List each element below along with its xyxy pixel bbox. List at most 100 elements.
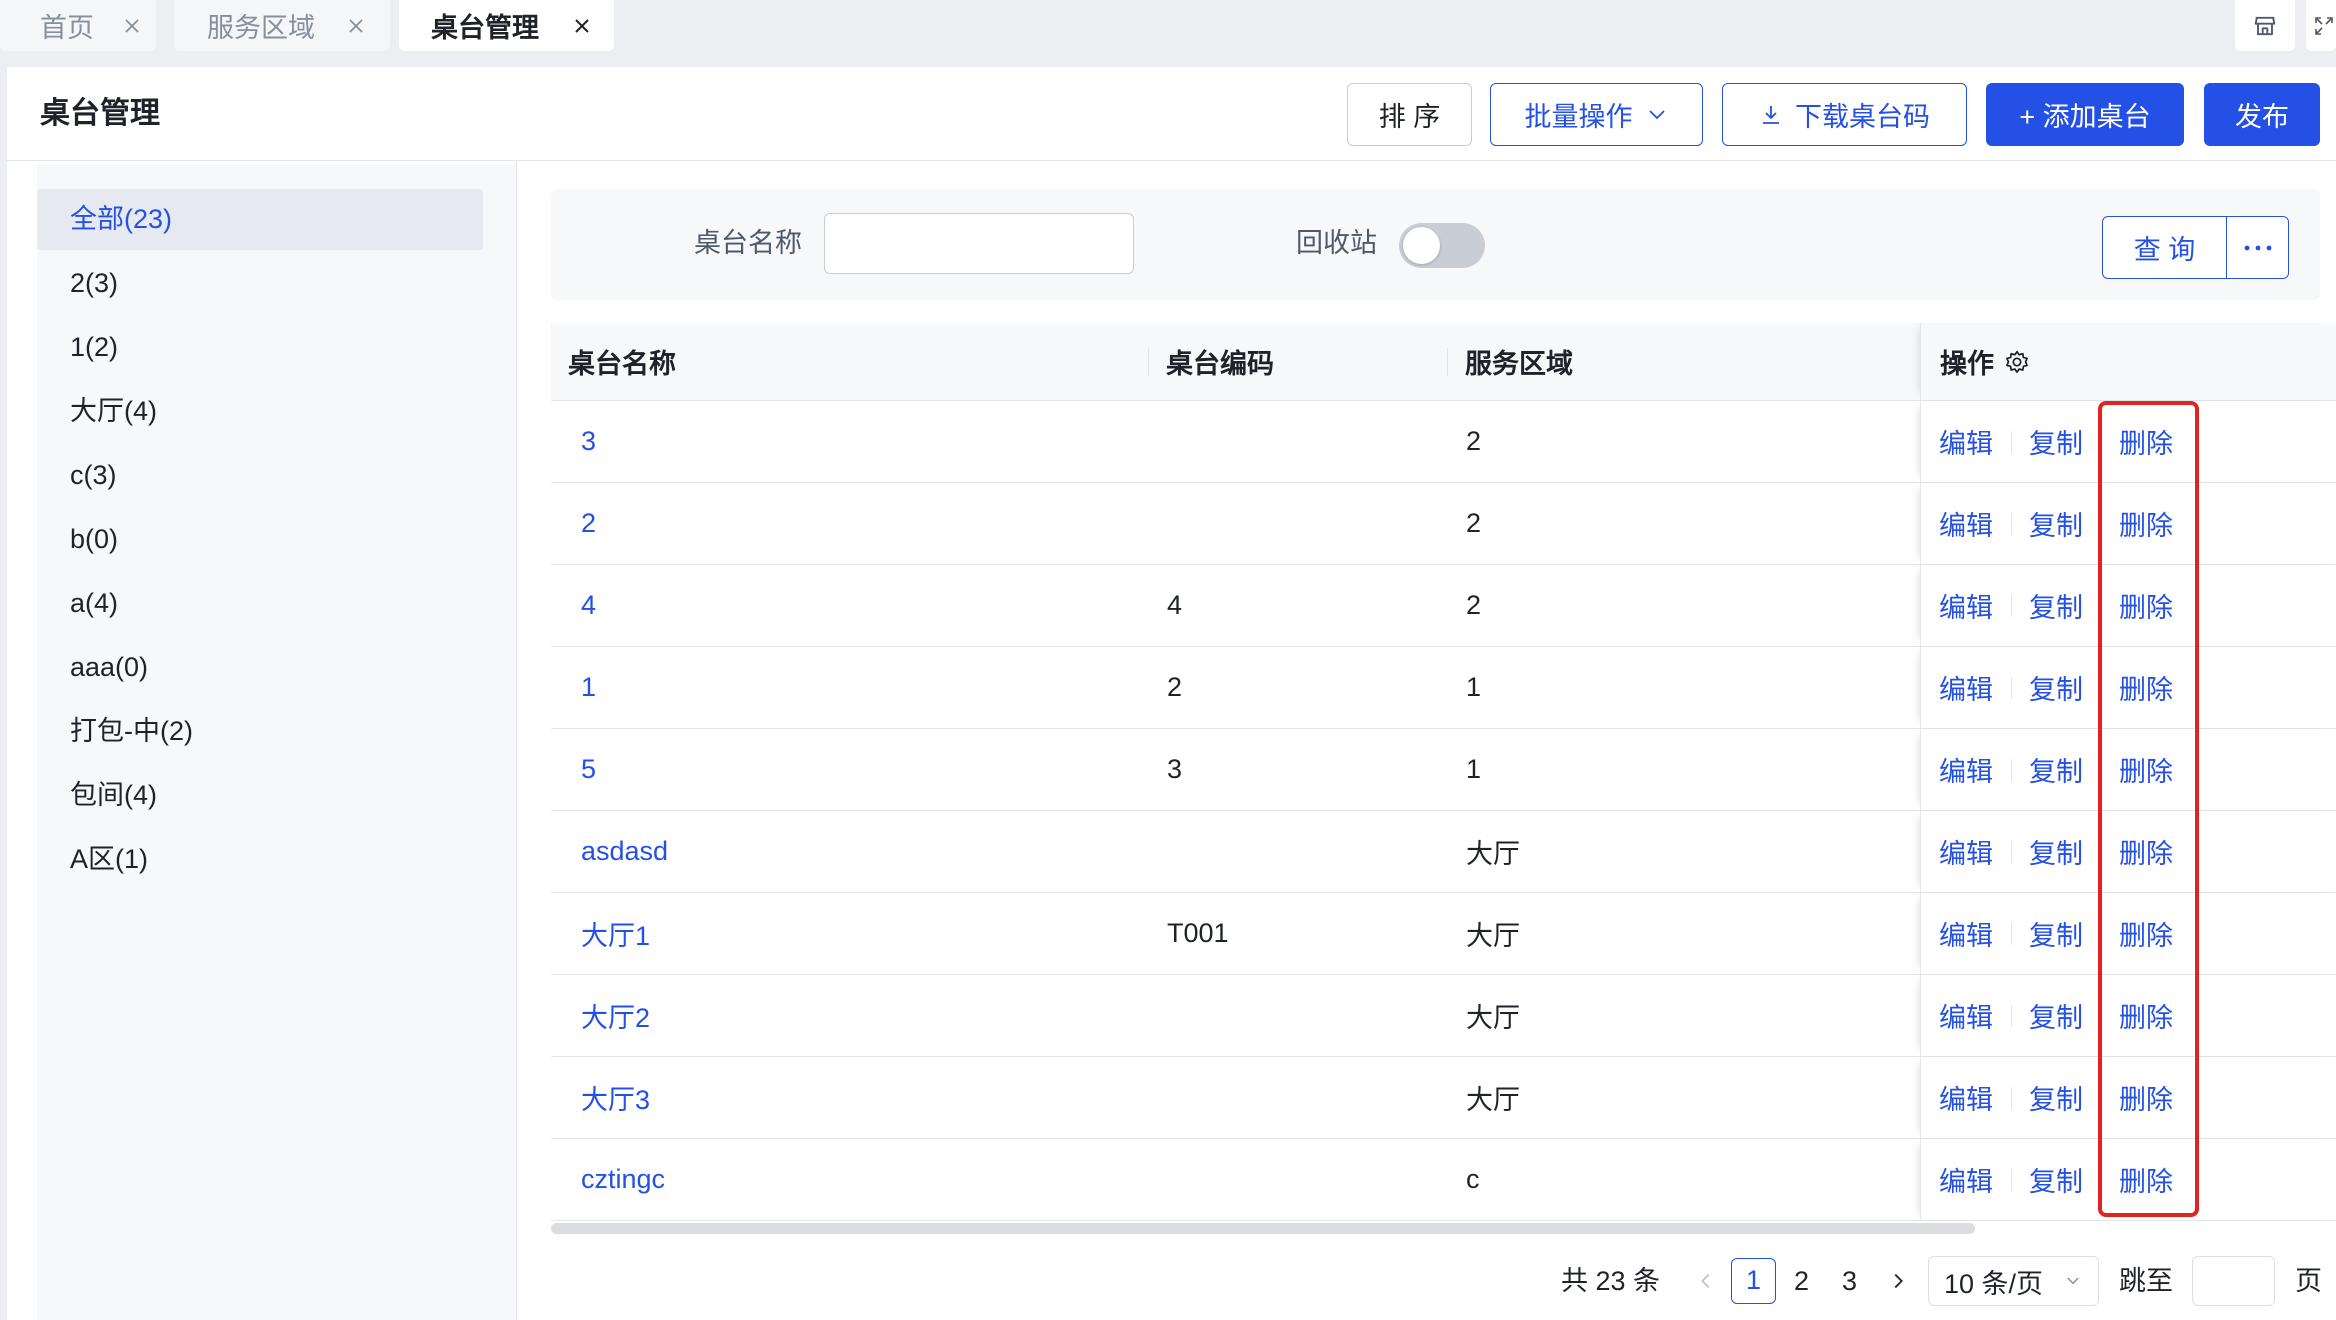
query-button-group: 查 询: [2102, 216, 2289, 279]
copy-link[interactable]: 复制: [2029, 914, 2083, 953]
page-size-select[interactable]: 10 条/页: [1928, 1256, 2099, 1306]
copy-link[interactable]: 复制: [2029, 422, 2083, 461]
edit-link[interactable]: 编辑: [1939, 586, 1993, 625]
delete-link[interactable]: 删除: [2119, 750, 2173, 789]
edit-link[interactable]: 编辑: [1939, 750, 1993, 789]
pagination-page[interactable]: 1: [1731, 1258, 1776, 1304]
chevron-left-icon[interactable]: [1694, 1258, 1718, 1304]
sidebar-item[interactable]: a(4): [37, 573, 483, 634]
close-icon[interactable]: [122, 16, 142, 36]
download-qrcode-button[interactable]: 下载桌台码: [1722, 83, 1967, 146]
sidebar-item[interactable]: 打包-中(2): [37, 701, 483, 762]
publish-button[interactable]: 发布: [2204, 83, 2320, 146]
horizontal-scrollbar[interactable]: [551, 1223, 1975, 1234]
copy-link[interactable]: 复制: [2029, 996, 2083, 1035]
table-row: 5 3 1 编辑 复制 删除: [551, 729, 2336, 811]
tab-home[interactable]: 首页: [0, 0, 156, 51]
delete-link[interactable]: 删除: [2119, 1078, 2173, 1117]
action-divider: [2101, 430, 2102, 453]
settings-icon[interactable]: [2004, 349, 2030, 375]
sort-button[interactable]: 排 序: [1347, 83, 1472, 146]
cell-table-name: 3: [551, 401, 1149, 482]
copy-link[interactable]: 复制: [2029, 1160, 2083, 1199]
table-name-input[interactable]: [824, 213, 1134, 274]
cell-service-area: 2: [1466, 508, 1482, 538]
delete-link[interactable]: 删除: [2119, 504, 2173, 543]
table-name-filter-label: 桌台名称: [694, 228, 802, 258]
sidebar-item[interactable]: 全部(23): [37, 189, 483, 250]
edit-link[interactable]: 编辑: [1939, 1078, 1993, 1117]
pagination-page[interactable]: 3: [1827, 1258, 1872, 1304]
copy-link[interactable]: 复制: [2029, 586, 2083, 625]
copy-link[interactable]: 复制: [2029, 1078, 2083, 1117]
table-name-link[interactable]: 大厅1: [581, 914, 650, 953]
cell-table-name: 2: [551, 483, 1149, 564]
table-name-link[interactable]: 2: [581, 508, 596, 539]
table-name-link[interactable]: asdasd: [581, 836, 668, 867]
cell-service-area: 大厅: [1466, 1003, 1520, 1033]
add-table-label: + 添加桌台: [2019, 102, 2151, 132]
tab-service-area[interactable]: 服务区域: [174, 0, 390, 51]
table-name-link[interactable]: 大厅3: [581, 1078, 650, 1117]
query-button[interactable]: 查 询: [2103, 217, 2227, 278]
sidebar-item[interactable]: 大厅(4): [37, 381, 483, 442]
edit-link[interactable]: 编辑: [1939, 832, 1993, 871]
tab-label: 首页: [40, 13, 94, 43]
table-header: 桌台名称 桌台编码 服务区域 操作: [551, 323, 2336, 401]
sidebar-item[interactable]: 1(2): [37, 317, 483, 378]
page-title: 桌台管理: [40, 97, 160, 130]
sidebar-item[interactable]: 包间(4): [37, 765, 483, 826]
pagination-page[interactable]: 2: [1779, 1258, 1824, 1304]
tab-label: 桌台管理: [431, 13, 539, 43]
delete-link[interactable]: 删除: [2119, 832, 2173, 871]
cell-actions: 编辑 复制 删除: [1920, 1057, 2336, 1138]
table-name-link[interactable]: 4: [581, 590, 596, 621]
delete-link[interactable]: 删除: [2119, 914, 2173, 953]
delete-link[interactable]: 删除: [2119, 668, 2173, 707]
action-divider: [2011, 922, 2012, 945]
table-name-link[interactable]: 1: [581, 672, 596, 703]
edit-link[interactable]: 编辑: [1939, 422, 1993, 461]
sidebar-item[interactable]: c(3): [37, 445, 483, 506]
table-name-link[interactable]: 大厅2: [581, 996, 650, 1035]
close-icon[interactable]: [346, 16, 366, 36]
edit-link[interactable]: 编辑: [1939, 914, 1993, 953]
copy-link[interactable]: 复制: [2029, 668, 2083, 707]
edit-link[interactable]: 编辑: [1939, 504, 1993, 543]
cell-service-area: 1: [1466, 672, 1482, 702]
fullscreen-icon[interactable]: [2306, 0, 2336, 51]
jump-page-input[interactable]: [2192, 1256, 2275, 1306]
add-table-button[interactable]: + 添加桌台: [1986, 83, 2184, 146]
edit-link[interactable]: 编辑: [1939, 668, 1993, 707]
chevron-right-icon[interactable]: [1886, 1258, 1910, 1304]
column-header-label: 服务区域: [1465, 349, 1573, 379]
recycle-bin-toggle[interactable]: [1399, 223, 1485, 268]
delete-link[interactable]: 删除: [2119, 586, 2173, 625]
copy-link[interactable]: 复制: [2029, 504, 2083, 543]
close-icon[interactable]: [572, 16, 592, 36]
copy-link[interactable]: 复制: [2029, 832, 2083, 871]
cell-actions: 编辑 复制 删除: [1920, 893, 2336, 974]
edit-link[interactable]: 编辑: [1939, 996, 1993, 1035]
pagination-total: 共 23 条: [1561, 1266, 1661, 1296]
sidebar-item[interactable]: A区(1): [37, 829, 483, 890]
sidebar-item[interactable]: 2(3): [37, 253, 483, 314]
table-name-link[interactable]: 5: [581, 754, 596, 785]
copy-link[interactable]: 复制: [2029, 750, 2083, 789]
action-divider: [2011, 1168, 2012, 1191]
tab-table-management[interactable]: 桌台管理: [399, 0, 614, 51]
cell-table-code: 4: [1167, 590, 1183, 620]
table-name-link[interactable]: 3: [581, 426, 596, 457]
cell-table-name: 大厅3: [551, 1057, 1149, 1138]
download-qrcode-label: 下载桌台码: [1795, 102, 1930, 132]
delete-link[interactable]: 删除: [2119, 422, 2173, 461]
delete-link[interactable]: 删除: [2119, 996, 2173, 1035]
sidebar-item[interactable]: b(0): [37, 509, 483, 570]
delete-link[interactable]: 删除: [2119, 1160, 2173, 1199]
edit-link[interactable]: 编辑: [1939, 1160, 1993, 1199]
table-name-link[interactable]: cztingc: [581, 1164, 665, 1195]
more-icon[interactable]: [2227, 217, 2288, 278]
batch-operation-button[interactable]: 批量操作: [1490, 83, 1703, 146]
layout-icon[interactable]: [2235, 0, 2295, 51]
sidebar-item[interactable]: aaa(0): [37, 637, 483, 698]
